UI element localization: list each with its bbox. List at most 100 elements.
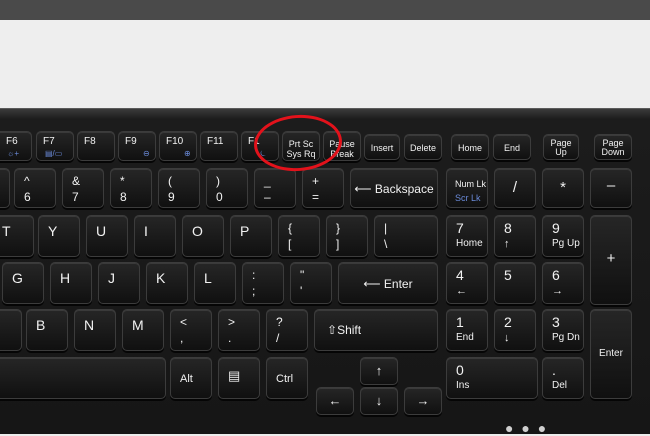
key-v[interactable] <box>0 309 22 351</box>
key-u-label: U <box>96 223 107 239</box>
key-k[interactable]: K <box>146 262 188 304</box>
key-alt[interactable]: Alt <box>170 357 212 399</box>
key-ctrl[interactable]: Ctrl <box>266 357 308 399</box>
key-numpad-7-bottom: Home <box>456 238 483 249</box>
key-y-label: Y <box>48 223 58 239</box>
key-minus-bottom: – <box>264 190 271 204</box>
key-enter[interactable]: ⟵ Enter <box>338 262 438 304</box>
key-numpad-0[interactable]: 0 Ins <box>446 357 538 399</box>
key-b[interactable]: B <box>26 309 68 351</box>
key-semicolon[interactable]: : ; <box>242 262 284 304</box>
key-8[interactable]: * 8 <box>110 168 152 208</box>
zoom-in-icon: ⊕ <box>184 149 191 158</box>
key-f6[interactable]: F6 ☼+ <box>0 131 32 161</box>
shift-arrow-icon: ⇧ <box>327 323 338 337</box>
key-space[interactable] <box>0 357 166 399</box>
key-backslash-bottom: \ <box>384 237 388 251</box>
key-n[interactable]: N <box>74 309 116 351</box>
key-equal[interactable]: + = <box>302 168 344 208</box>
key-o[interactable]: O <box>182 215 224 257</box>
key-numpad-7-top: 7 <box>456 220 464 236</box>
key-0[interactable]: ) 0 <box>206 168 248 208</box>
key-t-label: T <box>2 223 11 239</box>
key-9[interactable]: ( 9 <box>158 168 200 208</box>
key-numpad-8-top: 8 <box>504 220 512 236</box>
key-enter-label: ⟵ Enter <box>339 277 437 291</box>
key-period[interactable]: > . <box>218 309 260 351</box>
key-y[interactable]: Y <box>38 215 80 257</box>
key-backslash[interactable]: | \ <box>374 215 438 257</box>
key-numpad-4-bottom: ← <box>456 285 467 297</box>
key-l[interactable]: L <box>194 262 236 304</box>
key-numpad-divide[interactable]: / <box>494 168 536 208</box>
key-u[interactable]: U <box>86 215 128 257</box>
key-right-brace[interactable]: } ] <box>326 215 368 257</box>
key-arrow-down[interactable]: ↓ <box>360 387 398 415</box>
key-left-brace[interactable]: { [ <box>278 215 320 257</box>
key-f9[interactable]: F9 ⊖ <box>118 131 156 161</box>
key-numpad-6-bottom: → <box>552 285 563 297</box>
key-delete[interactable]: Delete <box>404 134 442 160</box>
key-6[interactable]: ^ 6 <box>14 168 56 208</box>
key-f8[interactable]: F8 <box>77 131 115 161</box>
key-i[interactable]: I <box>134 215 176 257</box>
key-j[interactable]: J <box>98 262 140 304</box>
key-h[interactable]: H <box>50 262 92 304</box>
key-g[interactable]: G <box>2 262 44 304</box>
key-numpad-7[interactable]: 7 Home <box>446 215 488 257</box>
key-home[interactable]: Home <box>451 134 489 160</box>
key-m[interactable]: M <box>122 309 164 351</box>
key-numpad-9[interactable]: 9 Pg Up <box>542 215 584 257</box>
key-backspace[interactable]: ⟵ Backspace <box>350 168 438 208</box>
key-end[interactable]: End <box>493 134 531 160</box>
arrow-left-icon: ← <box>328 393 342 408</box>
key-numpad-decimal-bottom: Del <box>552 380 568 391</box>
key-7-top: & <box>72 174 81 188</box>
key-quote-top: " <box>300 268 305 282</box>
key-shift[interactable]: ⇧Shift <box>314 309 438 351</box>
key-right-brace-bottom: ] <box>336 237 340 251</box>
key-f7[interactable]: F7 ▤/▭ <box>36 131 74 161</box>
key-page-up[interactable]: Page Up <box>543 134 579 160</box>
key-numpad-0-top: 0 <box>456 362 464 378</box>
key-numpad-4[interactable]: 4 ← <box>446 262 488 304</box>
key-numpad-multiply[interactable]: * <box>542 168 584 208</box>
key-numpad-1-bottom: End <box>456 332 474 343</box>
key-f8-label: F8 <box>84 136 96 147</box>
key-comma[interactable]: < , <box>170 309 212 351</box>
key-t[interactable]: T <box>0 215 34 257</box>
key-m-label: M <box>132 317 144 333</box>
key-arrow-left[interactable]: ← <box>316 387 354 415</box>
key-f10[interactable]: F10 ⊕ <box>159 131 197 161</box>
key-numpad-2[interactable]: 2 ↓ <box>494 309 536 351</box>
key-numpad-enter[interactable]: Enter <box>590 309 632 399</box>
key-6-top: ^ <box>24 174 30 188</box>
key-7[interactable]: & 7 <box>62 168 104 208</box>
key-insert[interactable]: Insert <box>364 134 400 160</box>
key-p[interactable]: P <box>230 215 272 257</box>
key-numpad-1[interactable]: 1 End <box>446 309 488 351</box>
key-numpad-5[interactable]: 5 <box>494 262 536 304</box>
key-numpad-decimal[interactable]: . Del <box>542 357 584 399</box>
key-numpad-minus[interactable]: – <box>590 168 632 208</box>
key-numpad-4-top: 4 <box>456 267 464 283</box>
key-f6-label: F6 <box>6 136 18 147</box>
key-numpad-3[interactable]: 3 Pg Dn <box>542 309 584 351</box>
key-arrow-up[interactable]: ↑ <box>360 357 398 385</box>
key-numpad-6[interactable]: 6 → <box>542 262 584 304</box>
key-numpad-3-bottom: Pg Dn <box>552 332 580 343</box>
key-numpad-9-top: 9 <box>552 220 560 236</box>
key-num-lock[interactable]: Num Lk Scr Lk <box>446 168 488 208</box>
key-menu[interactable]: ▤ <box>218 357 260 399</box>
key-slash[interactable]: ? / <box>266 309 308 351</box>
key-arrow-right[interactable]: → <box>404 387 442 415</box>
key-quote[interactable]: " ' <box>290 262 332 304</box>
key-5[interactable] <box>0 168 10 208</box>
key-page-down[interactable]: Page Down <box>594 134 632 160</box>
key-numpad-8[interactable]: 8 ↑ <box>494 215 536 257</box>
key-minus[interactable]: _ – <box>254 168 296 208</box>
key-slash-bottom: / <box>276 331 280 345</box>
key-f11[interactable]: F11 <box>200 131 238 161</box>
key-k-label: K <box>156 270 166 286</box>
key-numpad-plus[interactable]: + <box>590 215 632 305</box>
